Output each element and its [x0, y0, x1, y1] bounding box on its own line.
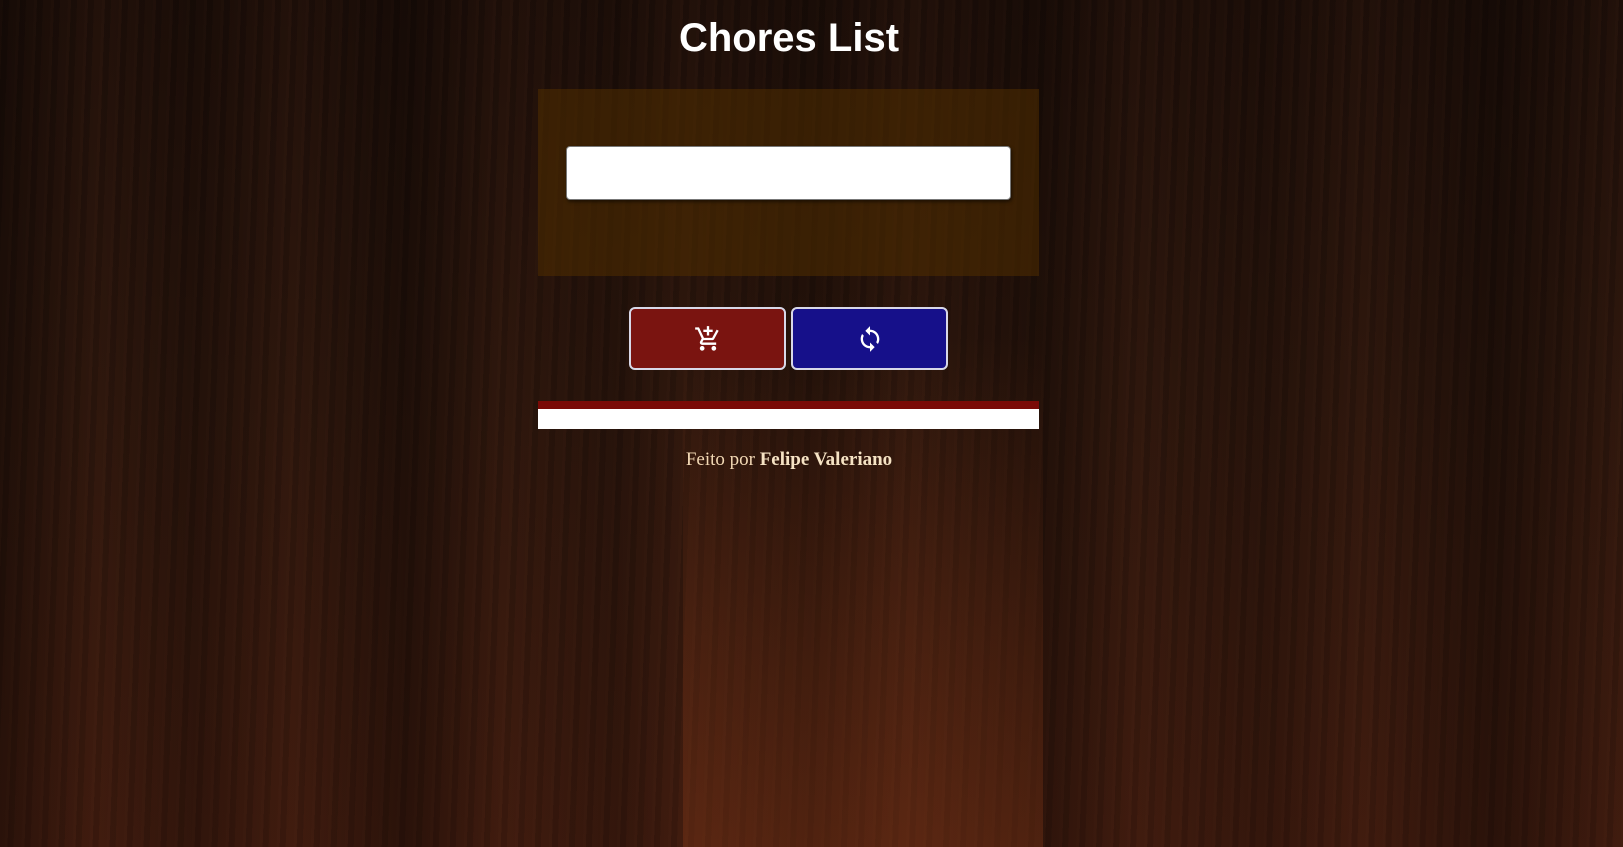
chores-list	[538, 401, 1039, 429]
footer-prefix: Feito por	[685, 449, 755, 470]
chore-input[interactable]	[566, 146, 1011, 200]
input-panel	[538, 89, 1039, 276]
refresh-icon	[860, 325, 879, 352]
footer-credit: Feito por Felipe Valeriano	[0, 449, 1578, 471]
list-header-stripe	[538, 401, 1039, 409]
page-title: Chores List	[678, 16, 900, 60]
add-chore-button[interactable]	[629, 307, 786, 370]
refresh-button[interactable]	[791, 307, 948, 370]
footer-author: Felipe Valeriano	[759, 449, 893, 470]
list-body	[538, 409, 1039, 429]
cart-plus-icon	[694, 325, 719, 351]
